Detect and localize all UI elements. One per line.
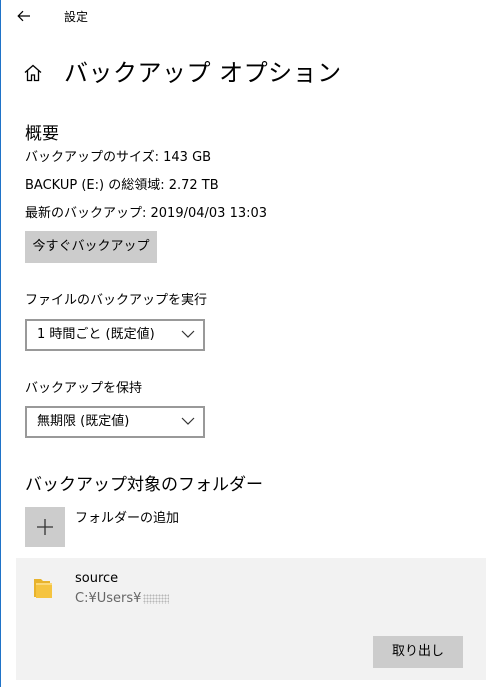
overview-heading: 概要 — [25, 124, 59, 144]
window-title: 設定 — [64, 10, 89, 24]
retention-dropdown[interactable]: 無期限 (既定値) — [25, 406, 205, 438]
folder-icon — [34, 579, 52, 598]
add-folder-label: フォルダーの追加 — [75, 511, 180, 526]
schedule-dropdown[interactable]: 1 時間ごと (既定値) — [25, 319, 205, 351]
schedule-label: ファイルのバックアップを実行 — [25, 293, 208, 308]
retention-selected-value: 無期限 (既定値) — [37, 414, 130, 429]
page-title: バックアップ オプション — [64, 59, 342, 87]
folder-list-item[interactable]: source C:¥Users¥ 取り出し — [16, 558, 486, 680]
redacted-username — [143, 593, 170, 604]
remove-folder-button[interactable]: 取り出し — [373, 636, 463, 668]
backup-now-button[interactable]: 今すぐバックアップ — [25, 231, 157, 263]
schedule-selected-value: 1 時間ごと (既定値) — [37, 327, 155, 342]
folder-path-text: C:¥Users¥ — [75, 591, 142, 606]
folder-path: C:¥Users¥ — [75, 590, 170, 608]
plus-icon — [37, 519, 53, 535]
add-folder-tile[interactable] — [25, 507, 65, 547]
retention-label: バックアップを保持 — [25, 381, 143, 396]
folder-name: source — [75, 571, 119, 586]
home-icon[interactable] — [22, 62, 44, 84]
title-bar: 設定 — [0, 0, 500, 34]
chevron-down-icon — [181, 330, 195, 338]
total-space-text: BACKUP (E:) の総領域: 2.72 TB — [25, 178, 219, 193]
backup-size-text: バックアップのサイズ: 143 GB — [25, 150, 212, 165]
chevron-down-icon — [181, 417, 195, 425]
page-header: バックアップ オプション — [22, 56, 342, 90]
arrow-left-icon — [17, 10, 30, 22]
window-left-edge — [0, 0, 1, 687]
back-button[interactable] — [10, 5, 38, 27]
folders-heading: バックアップ対象のフォルダー — [25, 475, 263, 495]
last-backup-text: 最新のバックアップ: 2019/04/03 13:03 — [25, 206, 268, 221]
add-folder-button[interactable]: フォルダーの追加 — [25, 507, 225, 549]
